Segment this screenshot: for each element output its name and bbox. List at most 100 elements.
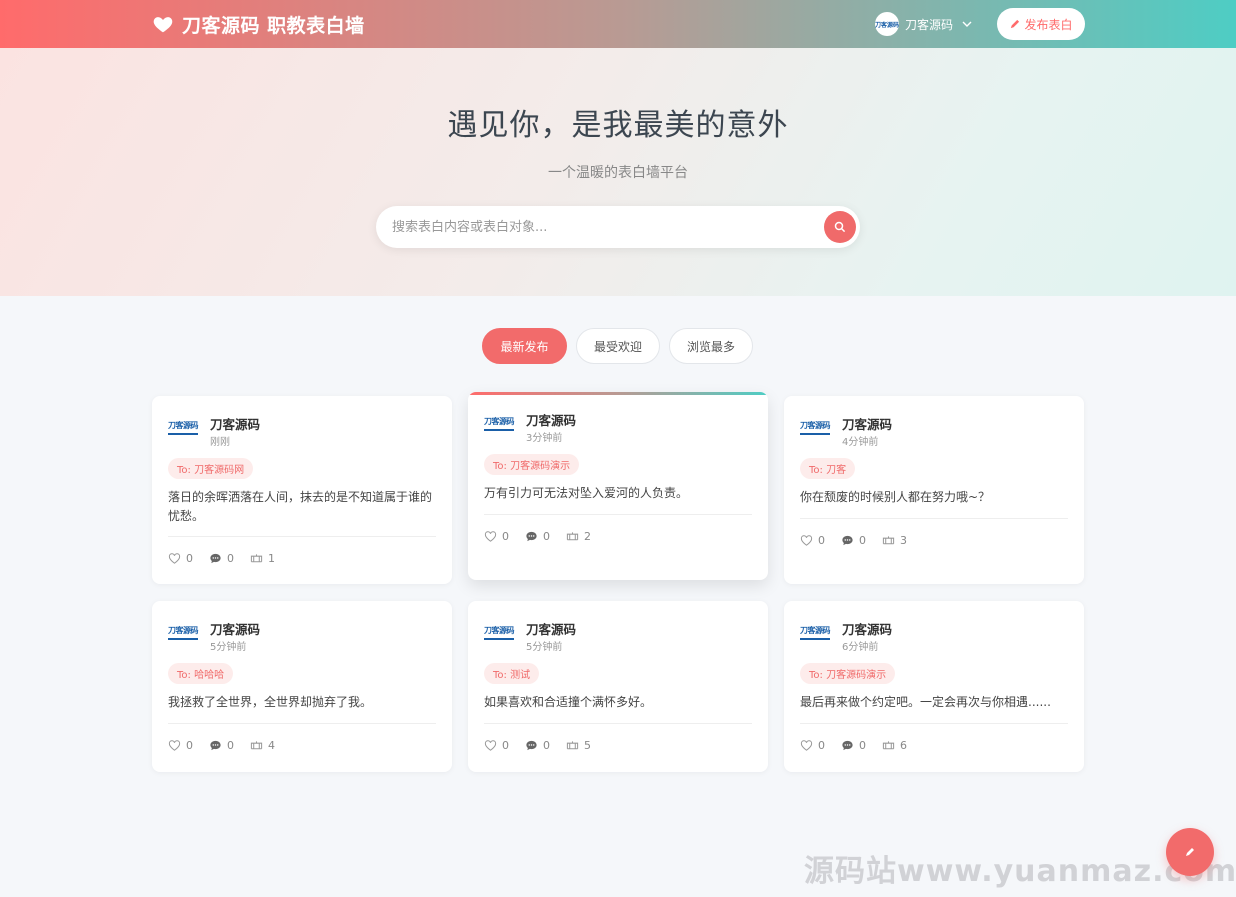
comment-count: 0 — [227, 552, 234, 565]
card-content: 我拯救了全世界，全世界却抛弃了我。 — [168, 695, 373, 709]
card-user-name: 刀客源码 — [842, 622, 893, 637]
eye-icon — [566, 741, 579, 750]
card-content: 最后再来做个约定吧。一定会再次与你相遇...... — [800, 695, 1051, 709]
hero-section: 遇见你，是我最美的意外 一个温暖的表白墙平台 — [0, 48, 1236, 296]
card-stats: 0 0 6 — [800, 739, 923, 752]
card-accent-line — [468, 392, 768, 395]
like-count: 0 — [186, 739, 193, 752]
comment-button[interactable]: 0 — [525, 739, 550, 752]
user-menu[interactable]: 刀客源码 刀客源码 — [875, 12, 973, 36]
confession-card[interactable]: 刀客源码 刀客源码 5分钟前 To: 哈哈哈 我拯救了全世界，全世界却抛弃了我。… — [152, 601, 452, 772]
tab-latest[interactable]: 最新发布 — [482, 328, 567, 364]
user-logo: 刀客源码 — [168, 625, 200, 647]
view-stat: 4 — [250, 739, 275, 752]
view-count: 4 — [268, 739, 275, 752]
recipient-tag: To: 刀客源码演示 — [800, 663, 896, 684]
comment-icon — [210, 553, 221, 564]
search-input[interactable] — [392, 206, 812, 248]
heart-outline-icon — [800, 740, 813, 751]
heart-icon — [153, 17, 173, 33]
card-user-name: 刀客源码 — [526, 622, 577, 637]
eye-icon — [882, 536, 895, 545]
comment-icon — [526, 531, 537, 542]
card-time: 5分钟前 — [526, 642, 563, 653]
comment-count: 0 — [543, 530, 550, 543]
publish-button[interactable]: 发布表白 — [997, 8, 1085, 40]
confession-card[interactable]: 刀客源码 刀客源码 3分钟前 To: 刀客源码演示 万有引力可无法对坠入爱河的人… — [468, 392, 768, 580]
confession-card[interactable]: 刀客源码 刀客源码 5分钟前 To: 测试 如果喜欢和合适撞个满怀多好。 0 0… — [468, 601, 768, 772]
comment-icon — [842, 740, 853, 751]
like-count: 0 — [502, 530, 509, 543]
comment-count: 0 — [543, 739, 550, 752]
like-button[interactable]: 0 — [168, 552, 193, 565]
view-count: 3 — [900, 534, 907, 547]
search-icon — [834, 221, 846, 233]
heart-outline-icon — [168, 740, 181, 751]
card-divider — [484, 723, 752, 724]
comment-button[interactable]: 0 — [525, 530, 550, 543]
brand[interactable]: 刀客源码 职教表白墙 — [152, 11, 365, 37]
hero-title: 遇见你，是我最美的意外 — [447, 108, 789, 143]
recipient-tag: To: 刀客 — [800, 458, 856, 479]
recipient-tag: To: 测试 — [484, 663, 540, 684]
user-logo: 刀客源码 — [800, 420, 832, 442]
like-button[interactable]: 0 — [800, 534, 825, 547]
confession-card[interactable]: 刀客源码 刀客源码 刚刚 To: 刀客源码网 落日的余晖洒落在人间，抹去的是不知… — [152, 396, 452, 584]
like-count: 0 — [502, 739, 509, 752]
like-button[interactable]: 0 — [800, 739, 825, 752]
like-button[interactable]: 0 — [484, 530, 509, 543]
top-navbar: 刀客源码 职教表白墙 刀客源码 刀客源码 发布表白 — [0, 0, 1236, 48]
card-divider — [168, 723, 436, 724]
view-count: 1 — [268, 552, 275, 565]
like-button[interactable]: 0 — [484, 739, 509, 752]
heart-outline-icon — [800, 535, 813, 546]
card-user-name: 刀客源码 — [210, 622, 261, 637]
comment-count: 0 — [227, 739, 234, 752]
card-divider — [168, 536, 436, 537]
comment-button[interactable]: 0 — [209, 552, 234, 565]
card-user-name: 刀客源码 — [210, 417, 261, 432]
like-count: 0 — [186, 552, 193, 565]
card-stats: 0 0 5 — [484, 739, 607, 752]
card-stats: 0 0 2 — [484, 530, 607, 543]
eye-icon — [566, 532, 579, 541]
comment-icon — [526, 740, 537, 751]
view-stat: 1 — [250, 552, 275, 565]
card-divider — [800, 518, 1068, 519]
heart-outline-icon — [484, 740, 497, 751]
like-button[interactable]: 0 — [168, 739, 193, 752]
view-count: 6 — [900, 739, 907, 752]
user-logo: 刀客源码 — [800, 625, 832, 647]
card-divider — [800, 723, 1068, 724]
eye-icon — [250, 741, 263, 750]
card-stats: 0 0 3 — [800, 534, 923, 547]
floating-publish-button[interactable] — [1166, 828, 1214, 876]
view-stat: 5 — [566, 739, 591, 752]
heart-outline-icon — [168, 553, 181, 564]
eye-icon — [882, 741, 895, 750]
confession-card[interactable]: 刀客源码 刀客源码 4分钟前 To: 刀客 你在颓废的时候别人都在努力哦~？ 0… — [784, 396, 1084, 584]
view-stat: 6 — [882, 739, 907, 752]
view-stat: 2 — [566, 530, 591, 543]
brand-title: 刀客源码 职教表白墙 — [182, 14, 365, 37]
card-time: 3分钟前 — [526, 433, 563, 444]
search-button[interactable] — [824, 211, 856, 243]
card-content: 你在颓废的时候别人都在努力哦~？ — [800, 490, 991, 504]
heart-outline-icon — [484, 531, 497, 542]
hero-subtitle: 一个温暖的表白墙平台 — [548, 165, 688, 181]
view-count: 5 — [584, 739, 591, 752]
recipient-tag: To: 刀客源码网 — [168, 458, 254, 479]
card-time: 6分钟前 — [842, 642, 879, 653]
comment-button[interactable]: 0 — [841, 739, 866, 752]
confession-card[interactable]: 刀客源码 刀客源码 6分钟前 To: 刀客源码演示 最后再来做个约定吧。一定会再… — [784, 601, 1084, 772]
tab-popular[interactable]: 最受欢迎 — [576, 328, 660, 364]
like-count: 0 — [818, 534, 825, 547]
tab-most-viewed[interactable]: 浏览最多 — [669, 328, 753, 364]
user-logo: 刀客源码 — [168, 420, 200, 442]
comment-button[interactable]: 0 — [209, 739, 234, 752]
user-logo: 刀客源码 — [484, 625, 516, 647]
pencil-icon — [1186, 848, 1194, 856]
comment-button[interactable]: 0 — [841, 534, 866, 547]
card-user-name: 刀客源码 — [526, 413, 577, 428]
card-time: 4分钟前 — [842, 437, 879, 448]
